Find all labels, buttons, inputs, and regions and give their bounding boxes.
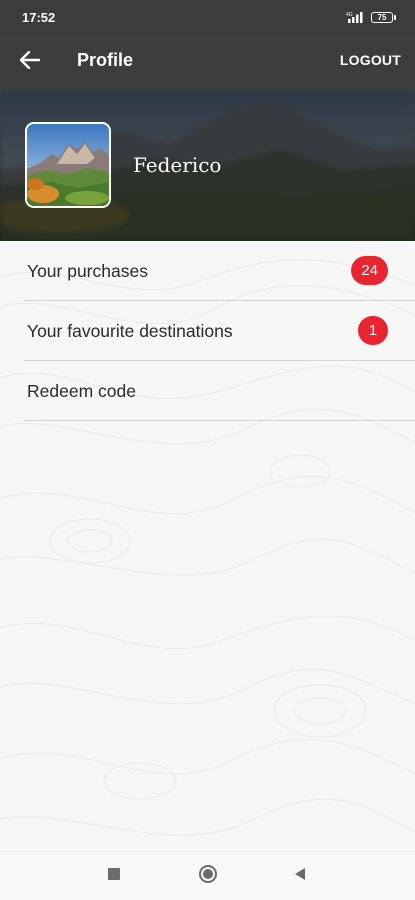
favourites-count-badge: 1 (358, 316, 388, 345)
signal-icon: 4G (346, 11, 366, 23)
menu-item-favourite-destinations[interactable]: Your favourite destinations 1 (24, 301, 415, 361)
profile-header: Federico (0, 90, 415, 241)
home-circle-icon (198, 864, 218, 889)
svg-text:4G: 4G (346, 12, 353, 18)
back-button[interactable] (14, 46, 46, 78)
navigation-bar (0, 851, 415, 900)
battery-level: 75 (377, 12, 387, 22)
menu-item-purchases[interactable]: Your purchases 24 (24, 241, 415, 301)
recents-button[interactable] (104, 866, 124, 886)
status-icons: 4G 75 (346, 9, 396, 25)
arrow-left-icon (19, 50, 41, 74)
menu-item-redeem-code[interactable]: Redeem code (24, 361, 415, 421)
battery-icon: 75 (371, 11, 396, 23)
purchases-count-badge: 24 (351, 256, 388, 285)
back-triangle-icon (293, 867, 307, 886)
app-bar: Profile LOGOUT (0, 34, 415, 90)
recents-square-icon (107, 867, 121, 886)
content-area: Your purchases 24 Your favourite destina… (0, 241, 415, 851)
home-button[interactable] (198, 864, 218, 889)
menu-item-label: Redeem code (27, 381, 136, 401)
menu-item-label: Your favourite destinations (27, 321, 233, 341)
menu-item-label: Your purchases (27, 261, 148, 281)
mountain-landscape-avatar (27, 124, 109, 206)
user-name: Federico (133, 153, 222, 177)
status-time: 17:52 (22, 10, 56, 25)
page-title: Profile (77, 50, 134, 70)
status-bar: 17:52 4G 75 (0, 0, 415, 34)
avatar[interactable] (25, 122, 111, 208)
system-back-button[interactable] (290, 866, 310, 886)
logout-button[interactable]: LOGOUT (340, 52, 401, 68)
profile-menu: Your purchases 24 Your favourite destina… (24, 241, 415, 421)
